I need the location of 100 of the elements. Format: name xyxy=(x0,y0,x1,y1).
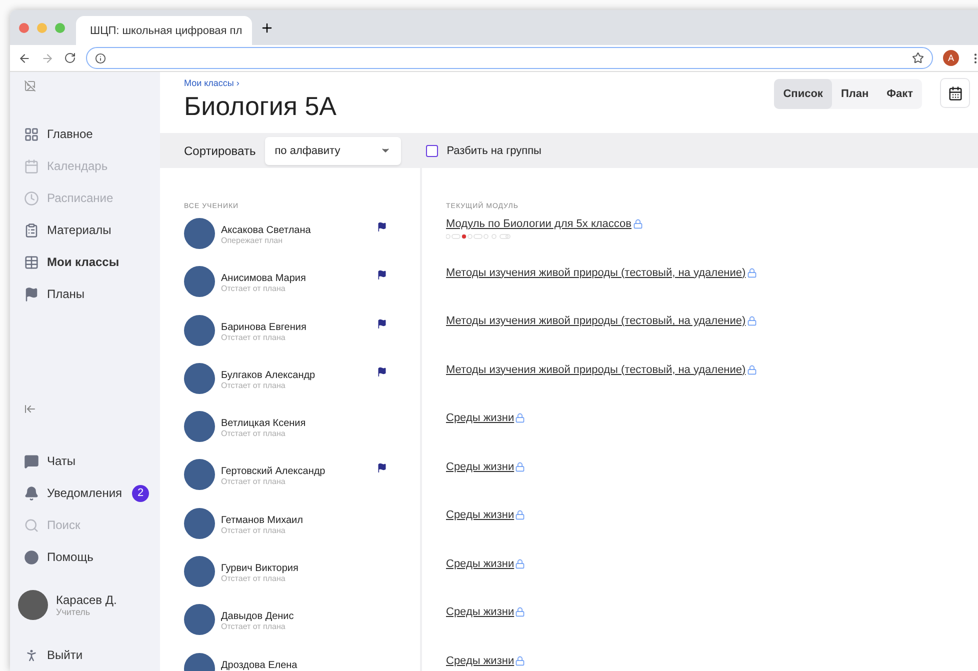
flag-icon xyxy=(377,270,387,280)
module-link[interactable]: Среды жизни xyxy=(446,558,526,570)
sidebar-item[interactable]: Планы xyxy=(24,278,160,310)
student-status: Отстает от плана xyxy=(221,574,286,584)
student-name[interactable]: Ветлицкая Ксения xyxy=(221,418,371,430)
module-link[interactable]: Модуль по Биологии для 5х классов xyxy=(446,218,643,230)
info-icon xyxy=(95,52,106,64)
student-status: Отстает от плана xyxy=(221,332,286,342)
calendar-icon xyxy=(948,86,962,100)
student-name[interactable]: Аксакова Светлана xyxy=(221,225,371,236)
student-avatar xyxy=(184,314,215,346)
flag-icon xyxy=(377,366,387,377)
logout-item[interactable]: Выйти xyxy=(24,639,160,671)
module-link[interactable]: Среды жизни xyxy=(446,412,526,424)
grid-icon xyxy=(24,126,39,142)
user-name: Карасев Д. xyxy=(56,593,117,607)
student-name[interactable]: Гурвич Виктория xyxy=(221,563,371,574)
table-icon xyxy=(24,254,39,270)
lock-icon xyxy=(746,364,757,374)
lock-icon xyxy=(746,316,757,326)
student-name[interactable]: Гетманов Михаил xyxy=(221,514,371,526)
student-status: Отстает от плана xyxy=(221,526,286,535)
profile-avatar[interactable]: A xyxy=(943,50,959,66)
student-avatar xyxy=(184,218,215,249)
flag-icon xyxy=(377,463,387,474)
star-icon[interactable] xyxy=(912,52,924,64)
clipboard-icon xyxy=(24,222,39,238)
student-name[interactable]: Баринова Евгения xyxy=(221,322,371,333)
student-status: Отстает от плана xyxy=(221,429,286,438)
student-status: Отстает от плана xyxy=(221,622,286,632)
student-name[interactable]: Дроздова Елена xyxy=(221,660,371,671)
new-tab-icon[interactable] xyxy=(260,20,274,34)
student-status: Отстает от плана xyxy=(221,284,286,294)
module-link[interactable]: Методы изучения живой природы (тестовый, на удаление) xyxy=(446,364,757,376)
sidebar-item[interactable]: Помощь xyxy=(24,541,160,573)
student-avatar xyxy=(184,556,215,588)
user-avatar xyxy=(18,590,48,620)
flag-icon xyxy=(377,318,387,329)
sort-dropdown[interactable]: по алфавиту xyxy=(264,136,401,164)
lock-icon xyxy=(515,413,526,423)
lock-icon xyxy=(515,656,526,666)
sort-label: Сортировать xyxy=(184,144,256,158)
sidebar-label: Помощь xyxy=(47,550,94,564)
module-link[interactable]: Методы изучения живой природы (тестовый, на удаление) xyxy=(446,315,757,327)
module-link[interactable]: Среды жизни xyxy=(446,509,526,521)
view-tab[interactable]: Факт xyxy=(878,79,922,109)
student-name[interactable]: Гертовский Александр xyxy=(221,466,371,478)
student-avatar xyxy=(184,411,215,442)
sidebar-label: Поиск xyxy=(47,518,80,532)
chat-icon xyxy=(24,454,39,468)
student-avatar xyxy=(184,266,215,298)
student-name[interactable]: Анисимова Мария xyxy=(221,273,371,284)
student-status: Опережает план xyxy=(221,236,284,245)
lock-icon xyxy=(515,510,526,520)
breadcrumb-link[interactable]: Мои классы › xyxy=(184,78,337,88)
student-status: Отстает от плана xyxy=(221,380,286,390)
lock-icon xyxy=(515,462,526,472)
student-avatar xyxy=(184,362,215,394)
module-link[interactable]: Среды жизни xyxy=(446,606,526,618)
student-avatar xyxy=(184,459,215,490)
search-icon xyxy=(24,518,39,532)
student-avatar xyxy=(184,604,215,636)
sidebar-item[interactable]: Уведомления 2 xyxy=(24,477,160,509)
view-tab[interactable]: План xyxy=(832,79,878,109)
student-status: Отстает от плана xyxy=(221,477,286,486)
address-field[interactable] xyxy=(86,47,933,69)
page-title: Биология 5А xyxy=(184,91,337,122)
student-name[interactable]: Булгаков Александр xyxy=(221,370,371,381)
sidebar-item[interactable]: Материалы xyxy=(24,214,160,246)
collapse-icon[interactable] xyxy=(24,403,36,415)
checkbox-label: Разбить на группы xyxy=(446,144,542,156)
view-tab[interactable]: Список xyxy=(774,79,832,109)
student-avatar xyxy=(184,508,215,539)
user-role: Учитель xyxy=(56,607,92,617)
module-link[interactable]: Среды жизни xyxy=(446,460,526,472)
broken-image-icon xyxy=(24,80,36,92)
lock-icon xyxy=(515,558,526,568)
bell-icon xyxy=(24,486,39,500)
browser-tab[interactable]: ШЦП: школьная цифровая пл xyxy=(76,16,252,45)
sidebar-item[interactable]: Главное xyxy=(24,118,160,150)
sidebar-item[interactable]: Мои классы xyxy=(24,246,160,278)
student-name[interactable]: Давыдов Денис xyxy=(221,611,371,622)
flag-icon xyxy=(377,222,387,232)
lock-icon xyxy=(746,268,757,278)
group-checkbox[interactable] xyxy=(426,144,438,156)
flag-icon xyxy=(24,286,39,302)
back-icon[interactable] xyxy=(18,52,31,64)
sidebar-label: Уведомления xyxy=(47,486,122,500)
sidebar-label: Чаты xyxy=(47,454,76,468)
notification-badge: 2 xyxy=(132,484,150,502)
sidebar-item[interactable]: Чаты xyxy=(24,445,160,477)
calendar-button[interactable] xyxy=(940,78,970,108)
module-link[interactable]: Среды жизни xyxy=(446,654,526,666)
reload-icon[interactable] xyxy=(64,52,76,64)
clock-icon xyxy=(24,190,39,206)
module-link[interactable]: Методы изучения живой природы (тестовый, на удаление) xyxy=(446,266,757,278)
tab-title: ШЦП: школьная цифровая пл xyxy=(90,24,242,36)
lock-icon xyxy=(632,219,643,229)
calendar-icon xyxy=(24,158,39,174)
lock-icon xyxy=(515,607,526,617)
